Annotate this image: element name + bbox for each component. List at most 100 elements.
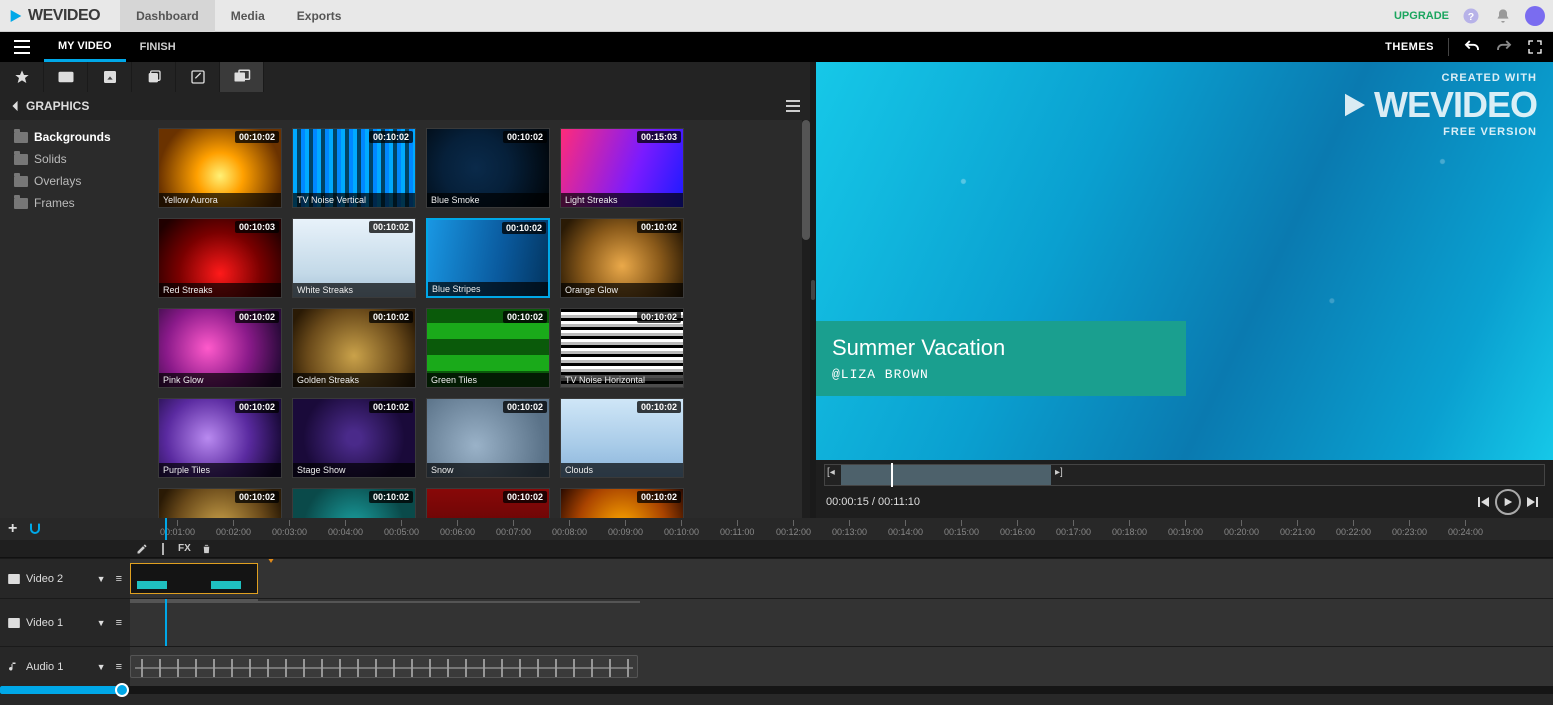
back-icon[interactable]: [10, 100, 20, 112]
track-head-video-2[interactable]: Video 2 ▼ ≡: [0, 559, 130, 598]
thumbnail-yellow-aurora[interactable]: 00:10:02Yellow Aurora: [158, 128, 282, 208]
thumbnail-red-streaks[interactable]: 00:10:03Red Streaks: [158, 218, 282, 298]
thumbnail-item[interactable]: 00:10:02: [158, 488, 282, 518]
folder-icon: [14, 154, 28, 165]
thumb-label: TV Noise Horizontal: [561, 373, 683, 387]
thumbnail-light-streaks[interactable]: 00:15:03Light Streaks: [560, 128, 684, 208]
thumbnail-golden-streaks[interactable]: 00:10:02Golden Streaks: [292, 308, 416, 388]
thumbnail-white-streaks[interactable]: 00:10:02White Streaks: [292, 218, 416, 298]
graphics-library-icon[interactable]: [220, 62, 264, 92]
thumbnail-item[interactable]: 00:10:02: [560, 488, 684, 518]
preview-scrubber[interactable]: [◂ ▸]: [824, 464, 1545, 486]
sub-tab-my-video[interactable]: MY VIDEO: [44, 32, 126, 62]
marker-icon[interactable]: [266, 559, 276, 563]
thumbnail-tv-noise-horizontal[interactable]: 00:10:02TV Noise Horizontal: [560, 308, 684, 388]
top-tab-exports[interactable]: Exports: [281, 0, 358, 32]
thumbnail-pink-glow[interactable]: 00:10:02Pink Glow: [158, 308, 282, 388]
text-library-icon[interactable]: [176, 62, 220, 92]
bell-icon[interactable]: [1493, 6, 1513, 26]
thumbnail-clouds[interactable]: 00:10:02Clouds: [560, 398, 684, 478]
audio-clip[interactable]: [130, 655, 638, 678]
undo-button[interactable]: [1463, 38, 1481, 56]
duration-label: 00:10:02: [369, 221, 413, 233]
user-avatar[interactable]: [1525, 6, 1545, 26]
help-icon[interactable]: ?: [1461, 6, 1481, 26]
split-icon[interactable]: [158, 543, 168, 555]
add-track-button[interactable]: +: [8, 520, 17, 538]
sub-tab-finish[interactable]: FINISH: [126, 32, 190, 62]
next-frame-button[interactable]: [1521, 491, 1543, 513]
hamburger-icon[interactable]: [10, 35, 34, 59]
chevron-down-icon[interactable]: ▼: [97, 618, 106, 628]
thumbnail-tv-noise-vertical[interactable]: 00:10:02TV Noise Vertical: [292, 128, 416, 208]
ruler-tick: 00:02:00: [216, 518, 251, 540]
thumbnail-purple-tiles[interactable]: 00:10:02Purple Tiles: [158, 398, 282, 478]
prev-frame-button[interactable]: [1473, 491, 1495, 513]
fx-button[interactable]: FX: [178, 543, 191, 554]
timeline-playhead-line[interactable]: [165, 599, 167, 646]
thumbnail-orange-glow[interactable]: 00:10:02Orange Glow: [560, 218, 684, 298]
thumbnail-stage-show[interactable]: 00:10:02Stage Show: [292, 398, 416, 478]
play-button[interactable]: [1495, 489, 1521, 515]
duration-label: 00:10:02: [637, 491, 681, 503]
folder-icon: [14, 198, 28, 209]
panel-menu-icon[interactable]: [786, 100, 800, 112]
scrub-playhead[interactable]: [891, 463, 893, 487]
preview-canvas[interactable]: CREATED WITH WEVIDEO FREE VERSION Summer…: [816, 62, 1553, 460]
image-library-icon[interactable]: [88, 62, 132, 92]
redo-button[interactable]: [1495, 38, 1513, 56]
thumbnail-blue-stripes[interactable]: 00:10:02Blue Stripes: [426, 218, 550, 298]
ruler-tick: 00:06:00: [440, 518, 475, 540]
track-body-audio-1[interactable]: [130, 647, 1553, 686]
timeline-zoom-scrollbar[interactable]: [0, 686, 1553, 694]
track-menu-icon[interactable]: ≡: [116, 573, 122, 585]
themes-button[interactable]: THEMES: [1385, 41, 1434, 53]
thumbnail-item[interactable]: 00:10:02: [426, 488, 550, 518]
duration-label: 00:10:02: [369, 401, 413, 413]
track-body-video-2[interactable]: [130, 559, 1553, 598]
out-point-icon[interactable]: ▸]: [1055, 467, 1063, 478]
preview-panel: CREATED WITH WEVIDEO FREE VERSION Summer…: [816, 62, 1553, 518]
video-library-icon[interactable]: [44, 62, 88, 92]
folder-icon: [14, 132, 28, 143]
track-body-video-1[interactable]: [130, 599, 1553, 646]
watermark-sub: FREE VERSION: [1340, 126, 1537, 138]
zoom-handle[interactable]: [115, 683, 129, 697]
panel-scrollbar[interactable]: [802, 120, 810, 518]
title-clip[interactable]: [130, 563, 258, 594]
category-backgrounds[interactable]: Backgrounds: [0, 126, 150, 148]
category-solids[interactable]: Solids: [0, 148, 150, 170]
preview-subtitle: @LIZA BROWN: [832, 367, 1170, 382]
ruler-tick: 00:24:00: [1448, 518, 1483, 540]
timeline-ruler[interactable]: 00:00:15 📍 ✕ 00:01:0000:02:0000:03:0000:…: [130, 518, 1553, 540]
category-overlays[interactable]: Overlays: [0, 170, 150, 192]
chevron-down-icon[interactable]: ▼: [97, 574, 106, 584]
timeline-playhead[interactable]: 00:00:15 📍 ✕: [165, 518, 167, 540]
track-menu-icon[interactable]: ≡: [116, 661, 122, 673]
in-point-icon[interactable]: [◂: [827, 467, 835, 478]
fullscreen-icon[interactable]: [1527, 39, 1543, 55]
ruler-tick: 00:05:00: [384, 518, 419, 540]
brand-logo[interactable]: WEVIDEO: [8, 7, 120, 25]
thumbnail-green-tiles[interactable]: 00:10:02Green Tiles: [426, 308, 550, 388]
category-frames[interactable]: Frames: [0, 192, 150, 214]
top-tab-media[interactable]: Media: [215, 0, 281, 32]
chevron-down-icon[interactable]: ▼: [97, 662, 106, 672]
thumbnail-item[interactable]: 00:10:02: [292, 488, 416, 518]
preview-title: Summer Vacation: [832, 335, 1170, 361]
track-head-audio-1[interactable]: Audio 1 ▼ ≡: [0, 647, 130, 686]
delete-icon[interactable]: [201, 543, 212, 555]
favorites-icon[interactable]: [0, 62, 44, 92]
video-clip-main[interactable]: [130, 601, 640, 603]
watermark: CREATED WITH WEVIDEO FREE VERSION: [1340, 72, 1537, 138]
edit-icon[interactable]: [136, 543, 148, 555]
thumbnail-blue-smoke[interactable]: 00:10:02Blue Smoke: [426, 128, 550, 208]
ruler-tick: 00:22:00: [1336, 518, 1371, 540]
audio-library-icon[interactable]: [132, 62, 176, 92]
magnet-icon[interactable]: [27, 521, 43, 537]
upgrade-link[interactable]: UPGRADE: [1394, 10, 1449, 22]
top-tab-dashboard[interactable]: Dashboard: [120, 0, 215, 32]
track-menu-icon[interactable]: ≡: [116, 617, 122, 629]
track-head-video-1[interactable]: Video 1 ▼ ≡: [0, 599, 130, 646]
thumbnail-snow[interactable]: 00:10:02Snow: [426, 398, 550, 478]
